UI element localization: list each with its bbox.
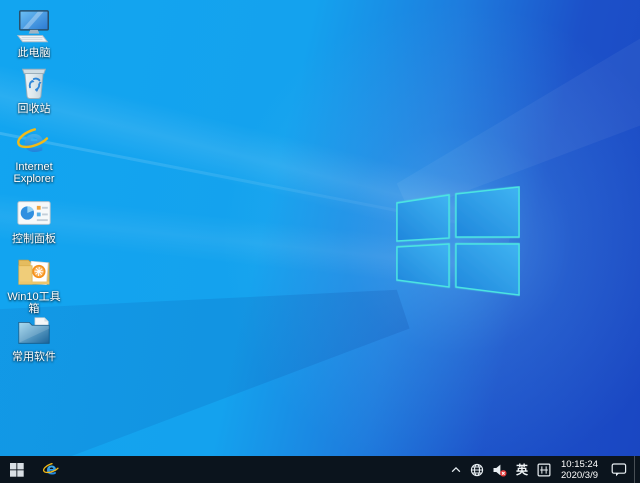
language-indicator[interactable]: 英 <box>511 456 533 483</box>
desktop-icon-internet-explorer[interactable]: e Internet Explorer <box>2 122 66 185</box>
ime-grid-icon <box>537 463 551 477</box>
clock-time: 10:15:24 <box>561 459 598 470</box>
desktop-icon-recycle-bin[interactable]: 回收站 <box>2 64 66 115</box>
wallpaper-light-wedge <box>0 0 640 483</box>
blue-folder-icon <box>15 312 53 350</box>
start-button[interactable] <box>0 456 34 483</box>
volume-button[interactable] <box>488 456 511 483</box>
windows-logo-wallpaper <box>396 186 520 302</box>
desktop-icon-this-pc[interactable]: 此电脑 <box>2 8 66 59</box>
action-center-button[interactable] <box>604 456 634 483</box>
desktop-icon-label: 常用软件 <box>12 351 56 363</box>
taskbar-internet-explorer[interactable]: e <box>34 456 68 483</box>
svg-text:e: e <box>46 460 57 479</box>
network-status-button[interactable] <box>466 456 488 483</box>
taskbar-clock[interactable]: 10:15:24 2020/3/9 <box>555 459 604 481</box>
desktop-icon-win10-toolbox[interactable]: Win10工具箱 <box>2 252 66 315</box>
this-pc-icon <box>15 8 53 46</box>
clock-date: 2020/3/9 <box>561 470 598 481</box>
internet-explorer-icon: e <box>15 122 53 160</box>
taskbar: e <box>0 456 640 483</box>
show-desktop-button[interactable] <box>634 456 640 483</box>
ime-mode-button[interactable] <box>533 456 555 483</box>
chevron-up-icon <box>450 464 462 476</box>
hidden-icons-button[interactable] <box>446 456 466 483</box>
control-panel-icon <box>15 194 53 232</box>
globe-network-icon <box>470 463 484 477</box>
system-tray: 英 10:15:24 2020/3/9 <box>446 456 640 483</box>
desktop-icon-control-panel[interactable]: 控制面板 <box>2 194 66 245</box>
desktop-icon-label: 此电脑 <box>18 47 51 59</box>
recycle-bin-icon <box>15 64 53 102</box>
desktop: 此电脑 回收站 e Internet Explorer <box>0 0 640 483</box>
ie-icon: e <box>42 460 61 479</box>
wallpaper-shadow-wedge <box>0 0 640 483</box>
desktop-icon-label: Internet Explorer <box>2 161 66 185</box>
desktop-icon-label: 回收站 <box>18 103 51 115</box>
desktop-icon-common-software[interactable]: 常用软件 <box>2 312 66 363</box>
windows-logo-icon <box>10 463 24 477</box>
toolbox-folder-icon <box>15 252 53 290</box>
speaker-muted-icon <box>492 463 507 477</box>
desktop-icon-label: 控制面板 <box>12 233 56 245</box>
speech-bubble-icon <box>611 462 627 477</box>
wallpaper-glow <box>0 0 640 483</box>
